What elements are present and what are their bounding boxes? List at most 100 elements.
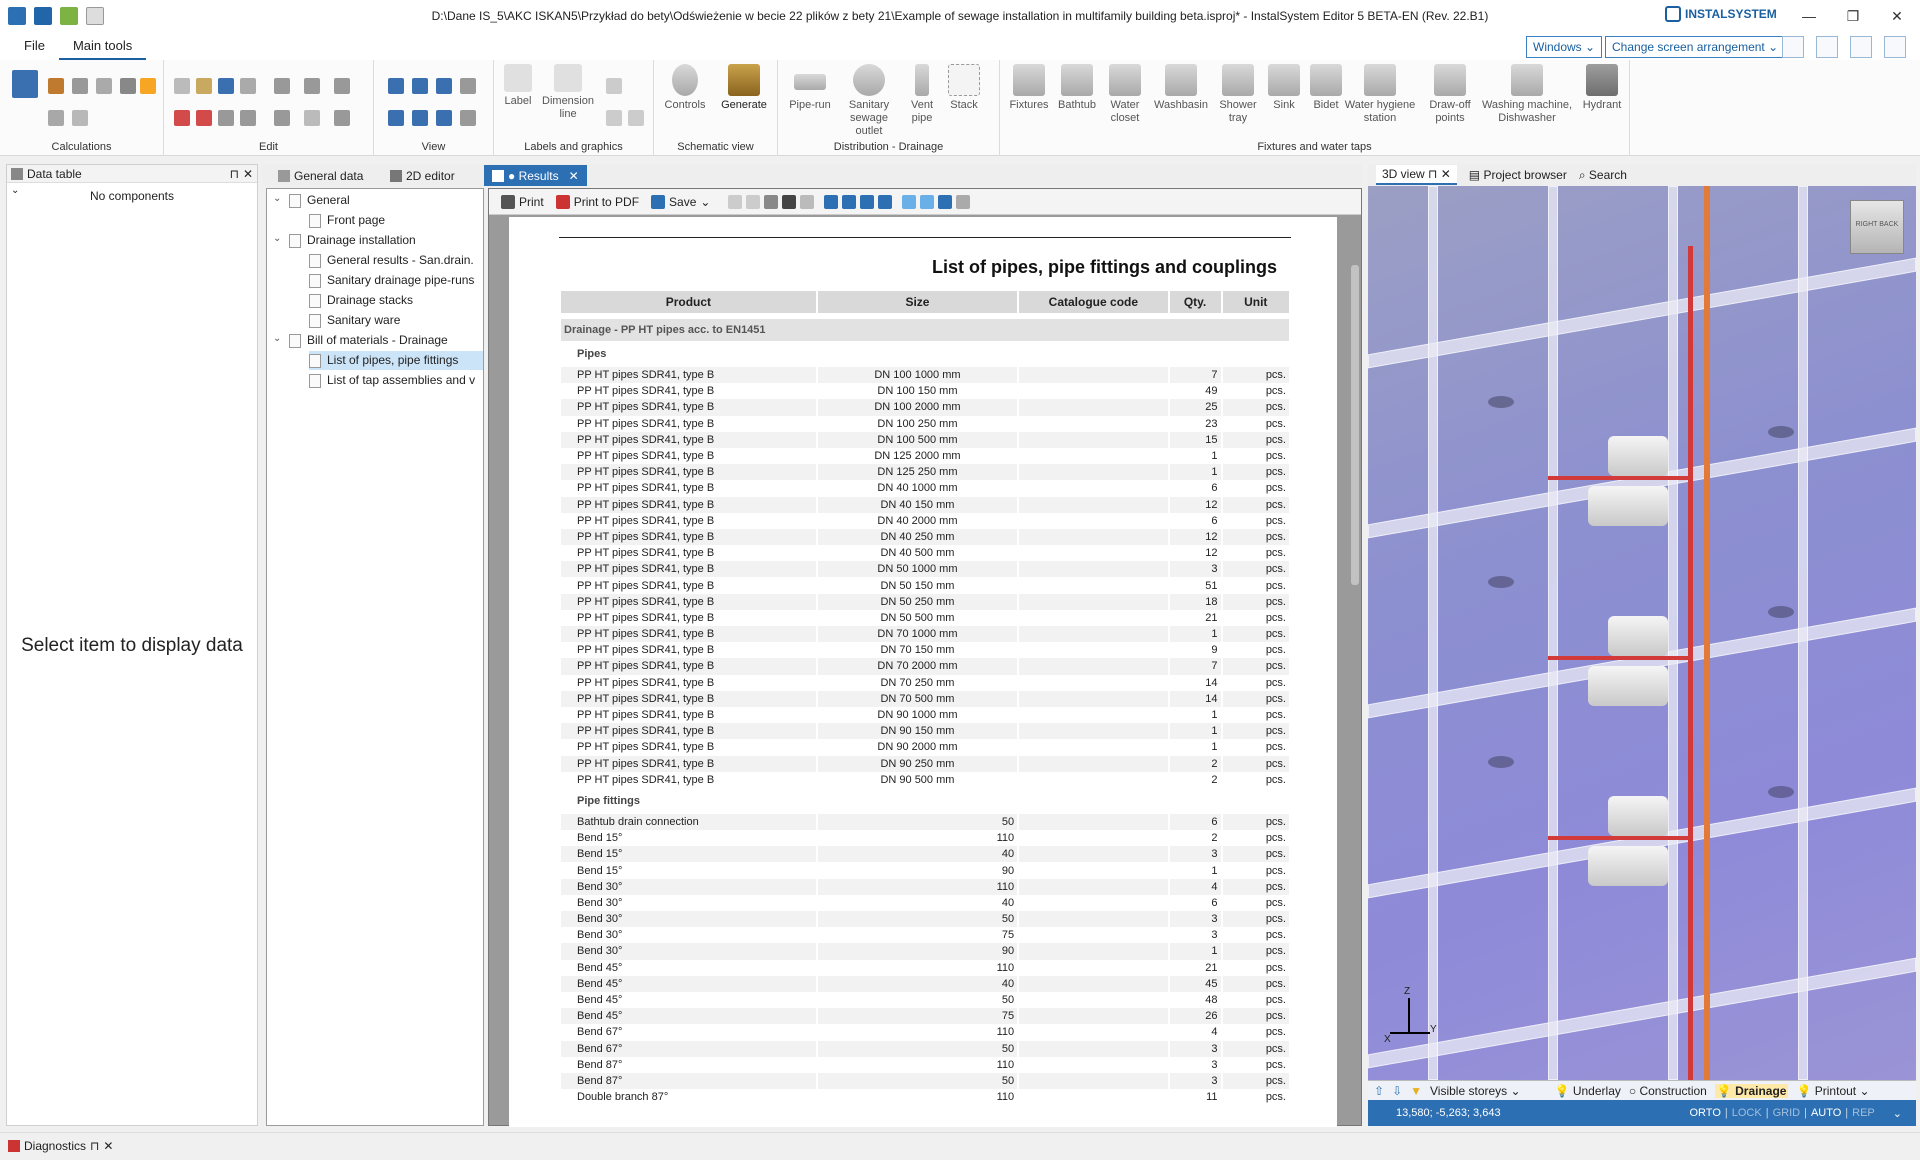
zoom-out-icon[interactable] xyxy=(412,78,428,94)
layout-icon[interactable] xyxy=(1782,36,1804,58)
image-icon[interactable] xyxy=(628,110,644,126)
shape-icon[interactable] xyxy=(606,110,622,126)
minimize-button[interactable]: — xyxy=(1794,4,1824,28)
tree-item-sanitary-ware[interactable]: Sanitary ware xyxy=(309,311,400,330)
label-button[interactable]: Label xyxy=(502,64,534,108)
new-document-icon[interactable] xyxy=(86,7,104,25)
find-icon[interactable] xyxy=(782,194,797,209)
collapse-icon[interactable]: ⌄ xyxy=(273,233,281,244)
two-page-icon[interactable] xyxy=(860,194,875,209)
close-panel-icon[interactable]: ✕ xyxy=(243,167,253,181)
visible-storeys-dropdown[interactable]: Visible storeys ⌄ xyxy=(1430,1084,1521,1098)
pan-icon[interactable] xyxy=(436,110,452,126)
controls-button[interactable]: Controls xyxy=(660,64,710,112)
toolbox-icon[interactable] xyxy=(48,78,64,94)
copy-icon[interactable] xyxy=(174,78,190,94)
tab-general-data[interactable]: General data xyxy=(270,165,371,186)
drop-icon[interactable] xyxy=(120,78,136,94)
generate-button[interactable]: Generate xyxy=(716,64,772,112)
report-icon[interactable] xyxy=(72,110,88,126)
rotate-icon[interactable] xyxy=(334,78,350,94)
redo-icon[interactable] xyxy=(218,110,234,126)
view-cube[interactable]: RIGHT BACK xyxy=(1850,200,1904,254)
tree-item-general-results[interactable]: General results - San.drain. xyxy=(309,251,483,270)
tree-item-drainage-installation[interactable]: Drainage installation xyxy=(289,231,416,250)
multi-page-icon[interactable] xyxy=(878,194,893,209)
page-width-icon[interactable] xyxy=(842,194,857,209)
orto-toggle[interactable]: ORTO xyxy=(1690,1107,1721,1119)
close-icon[interactable]: ✕ xyxy=(103,1139,113,1153)
menu-file[interactable]: File xyxy=(10,38,59,60)
snap-icon[interactable] xyxy=(334,110,350,126)
rep-toggle[interactable]: REP xyxy=(1852,1107,1875,1119)
delete-icon[interactable] xyxy=(196,110,212,126)
tab-2d-editor[interactable]: 2D editor xyxy=(382,165,463,186)
page-view-icon[interactable] xyxy=(824,194,839,209)
water-hygiene-station-button[interactable]: Water hygiene station xyxy=(1336,64,1424,125)
paste-icon[interactable] xyxy=(196,78,212,94)
properties-icon[interactable] xyxy=(956,194,971,209)
collapse-icon[interactable]: ⌄ xyxy=(273,333,281,344)
hydrant-button[interactable]: Hydrant xyxy=(1578,64,1626,112)
change-arrangement-dropdown[interactable]: Change screen arrangement ⌄ xyxy=(1605,36,1786,58)
bathtub-button[interactable]: Bathtub xyxy=(1054,64,1100,112)
vent-pipe-button[interactable]: Vent pipe xyxy=(902,64,942,125)
collapse-icon[interactable]: ⌄ xyxy=(273,193,281,204)
calculator-doc-icon[interactable] xyxy=(764,194,779,209)
print-button[interactable]: Print xyxy=(497,194,548,209)
vertical-scrollbar[interactable] xyxy=(1351,265,1359,585)
thumbnails-icon[interactable] xyxy=(938,194,953,209)
storey-down-icon[interactable]: ⇩ xyxy=(1392,1084,1402,1098)
phone-icon[interactable] xyxy=(1816,36,1838,58)
restore-button[interactable]: ❐ xyxy=(1838,4,1868,28)
windows-dropdown[interactable]: Windows ⌄ xyxy=(1526,36,1603,58)
sink-button[interactable]: Sink xyxy=(1264,64,1304,112)
close-button[interactable]: ✕ xyxy=(1882,4,1912,28)
tree-item-general[interactable]: General xyxy=(289,191,350,210)
pin-icon[interactable]: ⊓ xyxy=(90,1139,99,1153)
mirror-icon[interactable] xyxy=(274,110,290,126)
hide-icon[interactable] xyxy=(304,110,320,126)
tree-item-list-of-pipes[interactable]: List of pipes, pipe fittings xyxy=(309,351,483,370)
regen-icon[interactable] xyxy=(460,110,476,126)
undo-icon[interactable] xyxy=(218,78,234,94)
cut-icon[interactable] xyxy=(174,110,190,126)
tree-item-front-page[interactable]: Front page xyxy=(309,211,385,230)
tab-3d-view[interactable]: 3D view ⊓ ✕ xyxy=(1376,165,1457,185)
drainage-toggle[interactable]: 💡 Drainage xyxy=(1714,1083,1789,1098)
dimension-line-button[interactable]: Dimension line xyxy=(540,64,596,121)
collapse-ribbon-icon[interactable] xyxy=(1884,36,1906,58)
draw-off-points-button[interactable]: Draw-off points xyxy=(1422,64,1478,125)
fixtures-button[interactable]: Fixtures xyxy=(1006,64,1052,112)
fan-icon[interactable] xyxy=(96,78,112,94)
calculator-icon[interactable] xyxy=(12,70,38,98)
status-chevron-icon[interactable]: ⌄ xyxy=(1893,1107,1902,1120)
zoom-all-icon[interactable] xyxy=(460,78,476,94)
pipe-run-button[interactable]: Pipe-run xyxy=(784,64,836,112)
flame-icon[interactable] xyxy=(140,78,156,94)
save-icon[interactable] xyxy=(34,7,52,25)
view-3d-canvas[interactable]: RIGHT BACK Z X Y xyxy=(1368,186,1916,1080)
paste-doc-icon[interactable] xyxy=(746,194,761,209)
tab-search[interactable]: ⌕ Search xyxy=(1579,168,1627,183)
auto-toggle[interactable]: AUTO xyxy=(1811,1107,1841,1119)
diagnostics-tab[interactable]: Diagnostics ⊓ ✕ xyxy=(8,1139,113,1153)
home-icon[interactable] xyxy=(8,7,26,25)
outline-icon[interactable] xyxy=(920,194,935,209)
select-icon[interactable] xyxy=(240,78,256,94)
tree-item-sanitary-pipe-runs[interactable]: Sanitary drainage pipe-runs xyxy=(309,271,483,290)
tree-item-list-of-taps[interactable]: List of tap assemblies and v xyxy=(309,371,483,390)
underlay-toggle[interactable]: 💡 Underlay xyxy=(1555,1084,1621,1098)
printout-toggle[interactable]: 💡 Printout ⌄ xyxy=(1796,1084,1869,1098)
grid-toggle[interactable]: GRID xyxy=(1773,1107,1801,1119)
water-closet-button[interactable]: Water closet xyxy=(1102,64,1148,125)
text-format-icon[interactable] xyxy=(800,194,815,209)
washbasin-button[interactable]: Washbasin xyxy=(1150,64,1212,112)
zoom-in-icon[interactable] xyxy=(388,78,404,94)
washing-machine-button[interactable]: Washing machine, Dishwasher xyxy=(1474,64,1580,125)
tab-project-browser[interactable]: ▤ Project browser xyxy=(1469,168,1567,182)
copy-doc-icon[interactable] xyxy=(728,194,743,209)
zoom-window-icon[interactable] xyxy=(436,78,452,94)
distribute-icon[interactable] xyxy=(304,78,320,94)
move-icon[interactable] xyxy=(240,110,256,126)
